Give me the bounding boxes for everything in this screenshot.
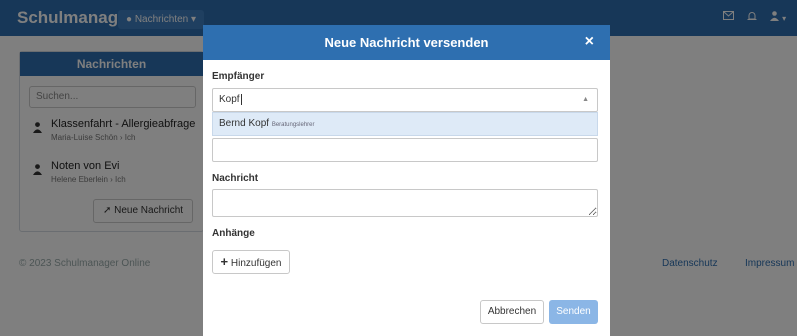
recipient-suggestion[interactable]: Bernd Kopf Beratungslehrer: [212, 112, 598, 136]
text-cursor: [240, 93, 242, 105]
plus-icon: +: [220, 254, 229, 269]
close-icon[interactable]: ×: [585, 33, 594, 51]
recipients-select[interactable]: Kopf ▲: [212, 88, 598, 112]
message-textarea[interactable]: [212, 189, 598, 217]
dialog-header: Neue Nachricht versenden ×: [203, 25, 610, 60]
recipients-search-value: Kopf: [219, 94, 240, 105]
suggestion-name: Bernd Kopf: [219, 118, 270, 129]
new-message-dialog: Neue Nachricht versenden × Empfänger Kop…: [203, 25, 610, 336]
recipients-extra-field[interactable]: [212, 138, 598, 162]
add-attachment-button[interactable]: + Hinzufügen: [212, 250, 290, 274]
dialog-title: Neue Nachricht versenden: [324, 35, 489, 50]
send-button[interactable]: Senden: [549, 300, 598, 324]
recipients-label: Empfänger: [212, 71, 265, 82]
attachments-label: Anhänge: [212, 228, 255, 239]
add-attachment-label: Hinzufügen: [230, 258, 282, 269]
suggestion-role: Beratungslehrer: [271, 122, 315, 128]
message-label: Nachricht: [212, 173, 259, 184]
cancel-button[interactable]: Abbrechen: [480, 300, 544, 324]
chevron-up-icon: ▲: [582, 96, 589, 103]
